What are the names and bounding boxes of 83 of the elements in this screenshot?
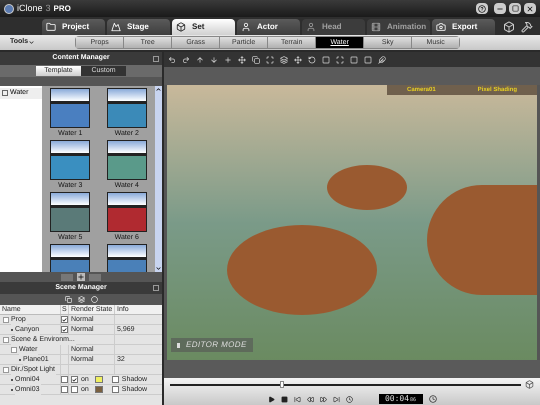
close-icon <box>526 4 534 12</box>
water-thumbnail[interactable] <box>106 88 147 128</box>
water-thumbnail[interactable] <box>50 140 90 180</box>
water-thumbnail[interactable] <box>106 140 147 180</box>
main-tab[interactable]: Project <box>42 19 105 35</box>
timeline-track[interactable] <box>170 384 521 386</box>
water-thumbnail[interactable] <box>106 192 147 232</box>
main-tab[interactable]: Actor <box>237 19 300 35</box>
scrollbar[interactable] <box>155 86 162 272</box>
maximize-icon <box>512 5 518 12</box>
toolbar-icon[interactable] <box>168 56 176 64</box>
toolbar-icon[interactable] <box>280 56 288 64</box>
maximize-button[interactable] <box>509 3 521 14</box>
visibility-checkbox[interactable] <box>61 376 68 383</box>
mode-label: EDITOR MODE <box>186 339 247 351</box>
water-thumbnail[interactable] <box>106 244 147 272</box>
caret-icon <box>28 39 36 46</box>
light-checkbox[interactable] <box>71 376 78 383</box>
add-icon[interactable] <box>77 273 85 281</box>
toolbar-icon[interactable] <box>308 56 316 64</box>
toolbar-icon[interactable] <box>322 56 330 64</box>
document-icon[interactable] <box>64 296 72 303</box>
app-edition: PRO <box>54 2 71 14</box>
tab-icon <box>241 22 251 32</box>
help-button[interactable] <box>476 3 488 14</box>
toolbar-icon[interactable] <box>336 56 344 64</box>
main-tab[interactable]: Export <box>432 19 495 35</box>
tab-icon <box>371 22 381 32</box>
time-value: 00:04 <box>384 394 410 404</box>
play-icon[interactable] <box>268 396 274 402</box>
light-color-swatch[interactable] <box>94 376 103 383</box>
visibility-checkbox[interactable] <box>61 386 68 393</box>
scroll-down-icon <box>155 265 162 272</box>
app-version: 3 <box>46 2 51 15</box>
nodes-icon[interactable] <box>90 296 98 303</box>
clock-icon[interactable] <box>428 395 436 403</box>
scroll-up-icon <box>155 86 162 93</box>
app-logo-icon <box>4 4 14 14</box>
shadow-checkbox[interactable] <box>112 386 119 393</box>
minimize-button[interactable] <box>494 3 506 14</box>
light-checkbox[interactable] <box>71 386 78 393</box>
water-thumbnail[interactable] <box>50 244 90 272</box>
water-thumbnail[interactable] <box>50 88 90 128</box>
light-color-swatch[interactable] <box>94 386 103 393</box>
close-button[interactable] <box>524 3 536 14</box>
water-thumbnail[interactable] <box>50 192 90 232</box>
toolbar-icon[interactable] <box>196 56 204 64</box>
tab-icon <box>46 22 56 32</box>
layers-icon[interactable] <box>78 296 84 303</box>
toolbar-icon[interactable] <box>252 56 260 64</box>
tab-icon <box>436 22 446 32</box>
shadow-checkbox[interactable] <box>112 376 119 383</box>
toolbar-icon[interactable] <box>182 56 190 64</box>
hammer-icon <box>521 21 533 33</box>
fast-forward-icon[interactable] <box>320 396 326 402</box>
visibility-checkbox[interactable] <box>61 326 68 333</box>
tab-icon <box>111 22 121 32</box>
toolbar-icon[interactable] <box>224 56 232 64</box>
timeline-thumb[interactable] <box>280 380 284 388</box>
stop-icon[interactable] <box>280 396 288 402</box>
folder-icon <box>2 90 8 96</box>
toolbar-icon[interactable] <box>238 56 246 64</box>
collapse-icon[interactable] <box>153 56 159 62</box>
visibility-checkbox[interactable] <box>61 316 68 323</box>
rewind-icon[interactable] <box>306 396 314 402</box>
mode-icon <box>177 342 180 348</box>
skip-back-icon[interactable] <box>294 396 300 402</box>
timer-icon[interactable] <box>346 396 352 402</box>
toolbar-icon[interactable] <box>210 56 218 64</box>
main-tab[interactable]: Stage <box>107 19 170 35</box>
tab-icon <box>306 22 316 32</box>
collapse-toggle[interactable] <box>3 316 9 322</box>
collapse-icon[interactable] <box>153 285 159 291</box>
help-icon <box>478 4 486 12</box>
toolbar-icon[interactable] <box>378 56 386 64</box>
cube-icon <box>503 21 515 33</box>
app-name: iClone <box>17 2 43 15</box>
toolbar-icon[interactable] <box>266 56 274 64</box>
tab-icon <box>176 22 186 32</box>
collapse-toggle[interactable] <box>3 366 9 372</box>
main-tab[interactable]: Set <box>172 19 235 35</box>
toolbar-icon[interactable] <box>294 56 302 64</box>
skip-forward-icon[interactable] <box>332 396 340 402</box>
